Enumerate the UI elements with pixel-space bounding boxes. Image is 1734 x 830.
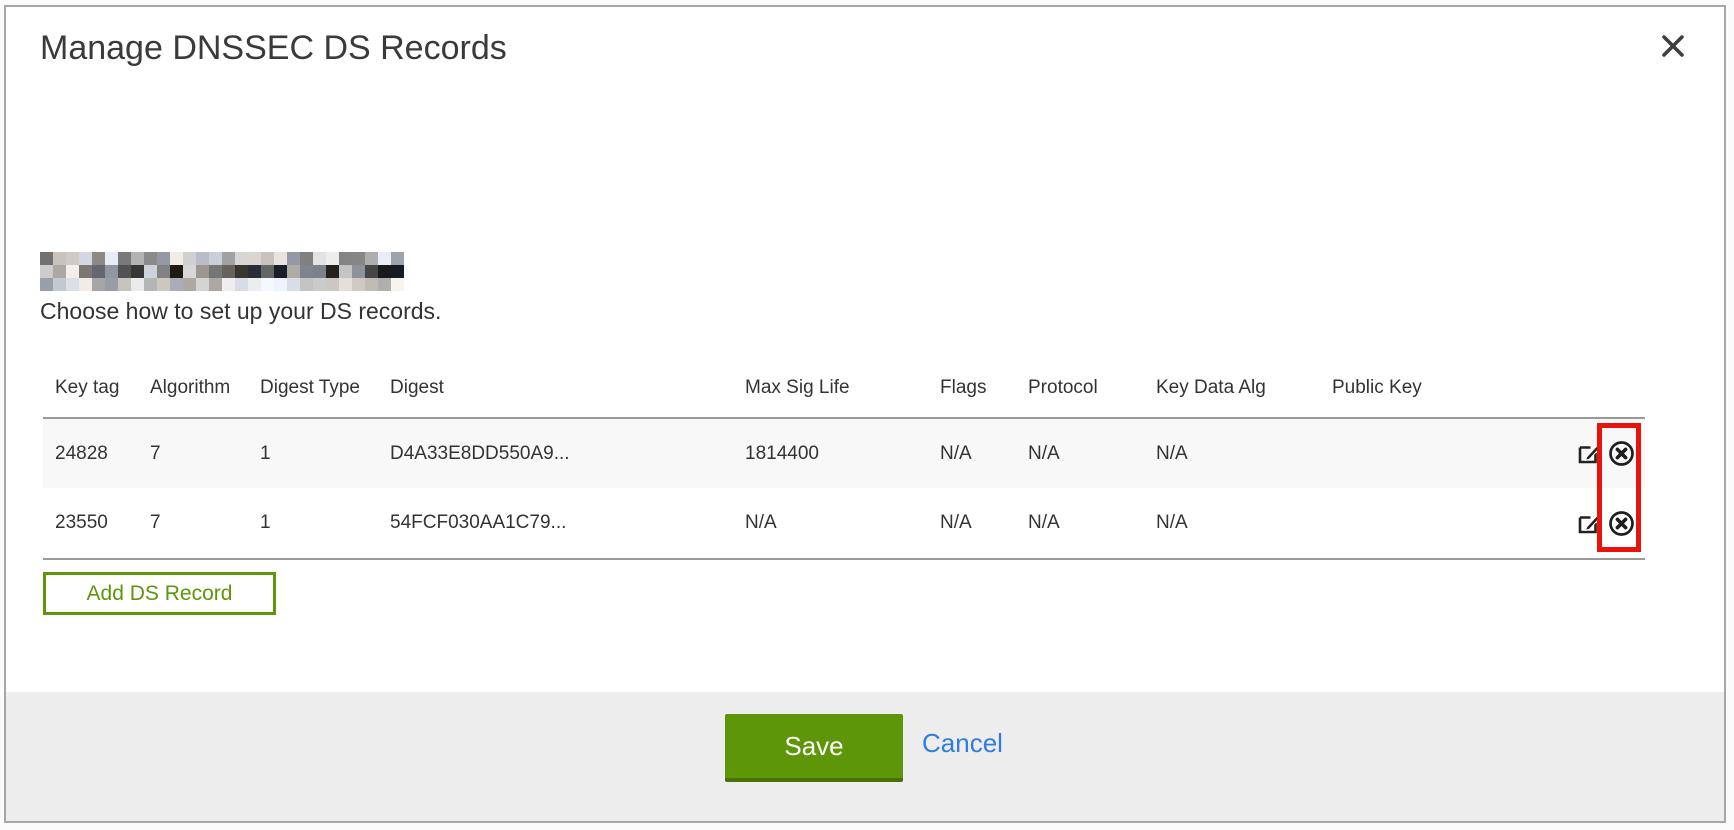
col-header-max-sig-life: Max Sig Life [733,359,928,418]
manage-dnssec-dialog: Manage DNSSEC DS Records Choose how to s… [4,5,1726,823]
cell-max-sig-life: N/A [733,488,928,559]
cell-key-tag: 23550 [43,488,138,559]
delete-circle-x-icon [1608,521,1635,542]
cell-key-data-alg: N/A [1144,488,1320,559]
add-ds-record-label: Add DS Record [87,582,233,606]
cell-digest: D4A33E8DD550A9... [378,418,733,488]
delete-circle-x-icon [1608,451,1635,472]
cell-key-data-alg: N/A [1144,418,1320,488]
delete-record-button[interactable] [1608,510,1635,537]
dialog-title: Manage DNSSEC DS Records [40,29,507,68]
cell-digest-type: 1 [248,488,378,559]
cancel-link[interactable]: Cancel [922,728,1003,759]
redacted-domain-name [40,252,404,291]
save-button[interactable]: Save [725,714,903,782]
cell-protocol: N/A [1016,488,1144,559]
add-ds-record-button[interactable]: Add DS Record [43,572,276,615]
cell-flags: N/A [928,418,1016,488]
edit-pencil-icon [1576,450,1601,471]
table-row: 23550 7 1 54FCF030AA1C79... N/A N/A N/A … [43,488,1645,559]
cell-digest: 54FCF030AA1C79... [378,488,733,559]
table-header-row: Key tag Algorithm Digest Type Digest Max… [43,359,1645,418]
cell-max-sig-life: 1814400 [733,418,928,488]
cell-key-tag: 24828 [43,418,138,488]
edit-record-button[interactable] [1576,511,1601,536]
cell-protocol: N/A [1016,418,1144,488]
col-header-protocol: Protocol [1016,359,1144,418]
col-header-digest-type: Digest Type [248,359,378,418]
close-button[interactable] [1656,29,1690,63]
delete-record-button[interactable] [1608,440,1635,467]
col-header-actions [1500,359,1645,418]
col-header-public-key: Public Key [1320,359,1500,418]
dialog-footer: Save Cancel [6,692,1724,821]
save-button-label: Save [784,731,843,762]
close-icon [1660,33,1686,59]
cell-public-key [1320,488,1500,559]
col-header-flags: Flags [928,359,1016,418]
edit-pencil-icon [1576,520,1601,541]
col-header-key-data-alg: Key Data Alg [1144,359,1320,418]
col-header-key-tag: Key tag [43,359,138,418]
cell-algorithm: 7 [138,488,248,559]
table-row: 24828 7 1 D4A33E8DD550A9... 1814400 N/A … [43,418,1645,488]
ds-records-table: Key tag Algorithm Digest Type Digest Max… [43,359,1645,560]
col-header-algorithm: Algorithm [138,359,248,418]
cell-flags: N/A [928,488,1016,559]
cell-public-key [1320,418,1500,488]
edit-record-button[interactable] [1576,441,1601,466]
cell-digest-type: 1 [248,418,378,488]
cell-algorithm: 7 [138,418,248,488]
col-header-digest: Digest [378,359,733,418]
intro-text: Choose how to set up your DS records. [40,298,441,325]
